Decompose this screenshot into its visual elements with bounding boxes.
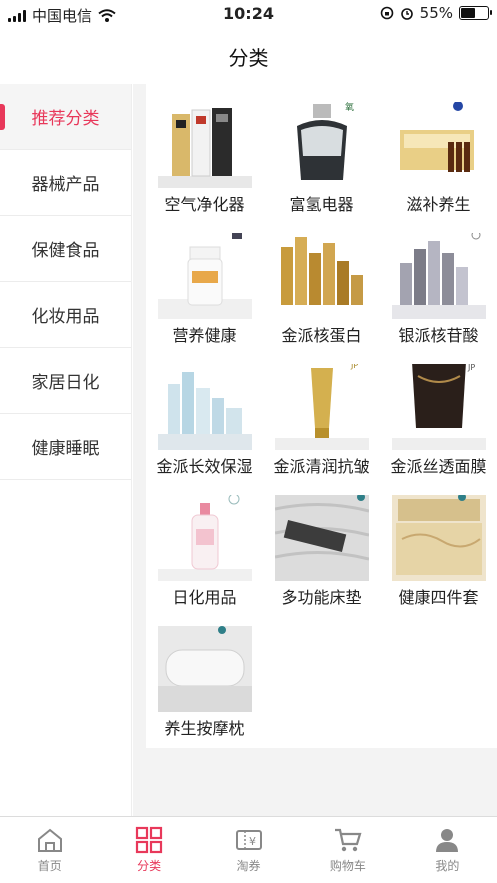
page-title: 分类: [228, 45, 269, 70]
status-right: 55%: [380, 4, 492, 22]
sidebar-item-devices[interactable]: 器械产品: [0, 150, 131, 216]
product-label: 银派核苷酸: [398, 326, 479, 345]
product-tonic[interactable]: 滋补养生: [380, 84, 497, 215]
product-grid: 空气净化器 氧 富氢电器 滋补养生 营养健康 金派核蛋白 银派核苷酸 金派长效保…: [146, 84, 497, 748]
product-label: 滋补养生: [406, 195, 471, 214]
sidebar-item-health-food[interactable]: 保健食品: [0, 216, 131, 282]
svg-text:JP: JP: [350, 364, 358, 370]
battery-percent: 55%: [419, 4, 453, 22]
moisture-set-image: [157, 364, 252, 450]
product-moisture[interactable]: 金派长效保湿: [146, 346, 263, 477]
sidebar-item-recommended[interactable]: 推荐分类: [0, 84, 131, 150]
gold-tube-image: JP: [274, 364, 369, 450]
product-label: 日化用品: [172, 588, 237, 607]
sidebar-item-label: 推荐分类: [31, 109, 100, 129]
product-label: 多功能床垫: [281, 588, 362, 607]
battery-icon: [459, 6, 492, 20]
rotation-lock-icon: [380, 6, 393, 20]
bedding-set-image: [391, 495, 486, 581]
pink-pump-bottle-image: [157, 495, 252, 581]
product-label: 营养健康: [172, 326, 237, 345]
tab-coupon[interactable]: ¥ 淘券: [199, 817, 298, 883]
product-label: 空气净化器: [164, 195, 245, 214]
mask-pack-image: JP: [391, 364, 486, 450]
product-hydrogen-appliance[interactable]: 氧 富氢电器: [263, 84, 380, 215]
product-label: 金派长效保湿: [156, 457, 253, 476]
tab-home[interactable]: 首页: [0, 817, 99, 883]
grid-icon: [136, 826, 163, 854]
product-label: 养生按摩枕: [164, 719, 245, 738]
hydrogen-appliance-image: 氧: [275, 102, 369, 188]
product-label: 金派清润抗皱: [273, 457, 370, 476]
tab-label: 购物车: [329, 859, 366, 873]
product-nutrition[interactable]: 营养健康: [146, 215, 263, 346]
category-sidebar: 推荐分类 器械产品 保健食品 化妆用品 家居日化 健康睡眠: [0, 84, 132, 816]
status-bar: 中国电信 10:24 55%: [0, 0, 497, 28]
tab-category[interactable]: 分类: [99, 817, 198, 883]
massage-pillow-image: [157, 626, 252, 712]
sidebar-item-household[interactable]: 家居日化: [0, 348, 131, 414]
user-icon: [436, 829, 459, 852]
tab-label: 首页: [37, 859, 62, 873]
svg-text:氧: 氧: [345, 102, 354, 113]
product-air-purifier[interactable]: 空气净化器: [146, 84, 263, 215]
product-gold-antiwrinkle[interactable]: JP 金派清润抗皱: [263, 346, 380, 477]
sidebar-item-sleep[interactable]: 健康睡眠: [0, 414, 131, 480]
tab-label: 我的: [435, 859, 460, 873]
sidebar-item-label: 器械产品: [31, 175, 100, 195]
tab-label: 淘券: [236, 859, 261, 873]
product-mattress[interactable]: 多功能床垫: [263, 477, 380, 608]
sidebar-item-label: 保健食品: [31, 241, 100, 261]
product-gold-protein[interactable]: 金派核蛋白: [263, 215, 380, 346]
gold-bottles-image: [275, 233, 369, 319]
tab-profile[interactable]: 我的: [398, 817, 497, 883]
sidebar-item-label: 健康睡眠: [31, 439, 100, 459]
home-icon: [37, 828, 62, 852]
cart-icon: [334, 828, 362, 852]
product-label: 健康四件套: [398, 588, 479, 607]
product-label: 富氢电器: [289, 195, 354, 214]
sidebar-item-cosmetics[interactable]: 化妆用品: [0, 282, 131, 348]
svg-text:JP: JP: [467, 364, 475, 372]
nutrition-bottle-image: [157, 233, 252, 319]
active-indicator: [0, 104, 5, 130]
tab-label: 分类: [137, 859, 162, 873]
tonic-box-image: [392, 102, 486, 188]
sidebar-item-label: 家居日化: [31, 373, 100, 393]
product-label: 金派丝透面膜: [390, 457, 487, 476]
product-daily-use[interactable]: 日化用品: [146, 477, 263, 608]
product-label: 金派核蛋白: [281, 326, 362, 345]
product-mask[interactable]: JP 金派丝透面膜: [380, 346, 497, 477]
product-bedding-set[interactable]: 健康四件套: [380, 477, 497, 608]
air-purifier-image: [157, 102, 252, 188]
alarm-icon: [400, 8, 413, 20]
svg-text:¥: ¥: [249, 835, 256, 848]
tab-cart[interactable]: 购物车: [298, 817, 397, 883]
coupon-icon: ¥: [235, 830, 262, 850]
mattress-image: [274, 495, 369, 581]
bottom-tab-bar: 首页 分类 ¥ 淘券 购物车 我的: [0, 816, 497, 883]
product-massage-pillow[interactable]: 养生按摩枕: [146, 608, 263, 739]
silver-bottles-image: [391, 233, 486, 319]
nav-bar: 分类: [0, 28, 497, 84]
product-silver-nucleotide[interactable]: 银派核苷酸: [380, 215, 497, 346]
sidebar-item-label: 化妆用品: [31, 307, 100, 327]
